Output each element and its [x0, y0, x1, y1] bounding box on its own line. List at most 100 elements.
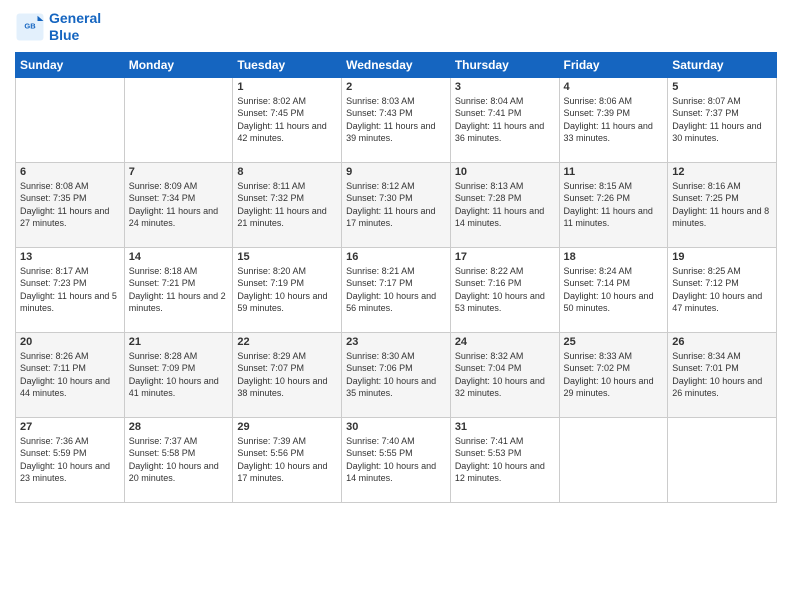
day-number: 18: [564, 251, 664, 263]
calendar-cell: [124, 77, 233, 162]
calendar-cell: 1 Sunrise: 8:02 AMSunset: 7:45 PMDaylight…: [233, 77, 342, 162]
calendar-cell: 26 Sunrise: 8:34 AMSunset: 7:01 PMDayligh…: [668, 332, 777, 417]
calendar-cell: 25 Sunrise: 8:33 AMSunset: 7:02 PMDayligh…: [559, 332, 668, 417]
calendar-cell: 12 Sunrise: 8:16 AMSunset: 7:25 PMDayligh…: [668, 162, 777, 247]
calendar-week-row: 13Sunrise: 8:17 AMSunset: 7:23 PMDayligh…: [16, 247, 777, 332]
calendar-cell: 22Sunrise: 8:29 AMSunset: 7:07 PMDayligh…: [233, 332, 342, 417]
day-number: 23: [346, 336, 446, 348]
day-info: Sunrise: 8:04 AMSunset: 7:41 PMDaylight:…: [455, 95, 555, 145]
calendar-cell: 14 Sunrise: 8:18 AMSunset: 7:21 PMDayligh…: [124, 247, 233, 332]
day-number: 12: [672, 166, 772, 178]
calendar-cell: 4 Sunrise: 8:06 AMSunset: 7:39 PMDaylight…: [559, 77, 668, 162]
calendar-week-row: 20Sunrise: 8:26 AMSunset: 7:11 PMDayligh…: [16, 332, 777, 417]
day-info: Sunrise: 8:18 AMSunset: 7:21 PMDaylight:…: [129, 265, 229, 315]
day-number: 26: [672, 336, 772, 348]
day-info: Sunrise: 8:28 AMSunset: 7:09 PMDaylight:…: [129, 350, 229, 400]
calendar-cell: 3 Sunrise: 8:04 AMSunset: 7:41 PMDaylight…: [450, 77, 559, 162]
day-info: Sunrise: 8:02 AMSunset: 7:45 PMDaylight:…: [237, 95, 337, 145]
day-info: Sunrise: 8:30 AMSunset: 7:06 PMDaylight:…: [346, 350, 446, 400]
day-number: 8: [237, 166, 337, 178]
day-number: 15: [237, 251, 337, 263]
calendar-cell: 5Sunrise: 8:07 AMSunset: 7:37 PMDaylight…: [668, 77, 777, 162]
day-number: 10: [455, 166, 555, 178]
day-info: Sunrise: 8:21 AMSunset: 7:17 PMDaylight:…: [346, 265, 446, 315]
logo-icon: GB: [15, 12, 45, 42]
calendar-week-row: 1 Sunrise: 8:02 AMSunset: 7:45 PMDaylight…: [16, 77, 777, 162]
calendar-cell: 21 Sunrise: 8:28 AMSunset: 7:09 PMDayligh…: [124, 332, 233, 417]
day-info: Sunrise: 8:09 AMSunset: 7:34 PMDaylight:…: [129, 180, 229, 230]
calendar-cell: 15Sunrise: 8:20 AMSunset: 7:19 PMDayligh…: [233, 247, 342, 332]
day-info: Sunrise: 8:12 AMSunset: 7:30 PMDaylight:…: [346, 180, 446, 230]
calendar-table: SundayMondayTuesdayWednesdayThursdayFrid…: [15, 52, 777, 503]
calendar-cell: 19 Sunrise: 8:25 AMSunset: 7:12 PMDayligh…: [668, 247, 777, 332]
day-number: 4: [564, 81, 664, 93]
day-number: 24: [455, 336, 555, 348]
calendar-cell: 18 Sunrise: 8:24 AMSunset: 7:14 PMDayligh…: [559, 247, 668, 332]
svg-text:GB: GB: [24, 21, 36, 30]
day-number: 28: [129, 421, 229, 433]
day-number: 25: [564, 336, 664, 348]
day-info: Sunrise: 8:07 AMSunset: 7:37 PMDaylight:…: [672, 95, 772, 145]
day-info: Sunrise: 8:34 AMSunset: 7:01 PMDaylight:…: [672, 350, 772, 400]
calendar-week-row: 6 Sunrise: 8:08 AMSunset: 7:35 PMDaylight…: [16, 162, 777, 247]
calendar-cell: [668, 417, 777, 502]
calendar-cell: 2 Sunrise: 8:03 AMSunset: 7:43 PMDaylight…: [342, 77, 451, 162]
calendar-cell: 16 Sunrise: 8:21 AMSunset: 7:17 PMDayligh…: [342, 247, 451, 332]
day-info: Sunrise: 8:17 AMSunset: 7:23 PMDaylight:…: [20, 265, 120, 315]
day-number: 20: [20, 336, 120, 348]
day-header-thursday: Thursday: [450, 52, 559, 77]
day-number: 29: [237, 421, 337, 433]
day-number: 11: [564, 166, 664, 178]
day-info: Sunrise: 8:25 AMSunset: 7:12 PMDaylight:…: [672, 265, 772, 315]
day-number: 19: [672, 251, 772, 263]
calendar-cell: 8 Sunrise: 8:11 AMSunset: 7:32 PMDaylight…: [233, 162, 342, 247]
day-info: Sunrise: 8:03 AMSunset: 7:43 PMDaylight:…: [346, 95, 446, 145]
day-number: 14: [129, 251, 229, 263]
day-info: Sunrise: 7:37 AMSunset: 5:58 PMDaylight:…: [129, 435, 229, 485]
logo-text: General Blue: [49, 10, 101, 44]
calendar-cell: 13Sunrise: 8:17 AMSunset: 7:23 PMDayligh…: [16, 247, 125, 332]
day-info: Sunrise: 8:08 AMSunset: 7:35 PMDaylight:…: [20, 180, 120, 230]
calendar-cell: 23 Sunrise: 8:30 AMSunset: 7:06 PMDayligh…: [342, 332, 451, 417]
calendar-cell: 9 Sunrise: 8:12 AMSunset: 7:30 PMDaylight…: [342, 162, 451, 247]
day-info: Sunrise: 8:11 AMSunset: 7:32 PMDaylight:…: [237, 180, 337, 230]
day-header-saturday: Saturday: [668, 52, 777, 77]
day-info: Sunrise: 8:24 AMSunset: 7:14 PMDaylight:…: [564, 265, 664, 315]
calendar-cell: 30Sunrise: 7:40 AMSunset: 5:55 PMDayligh…: [342, 417, 451, 502]
day-number: 1: [237, 81, 337, 93]
day-number: 3: [455, 81, 555, 93]
day-info: Sunrise: 7:36 AMSunset: 5:59 PMDaylight:…: [20, 435, 120, 485]
calendar-cell: 6 Sunrise: 8:08 AMSunset: 7:35 PMDaylight…: [16, 162, 125, 247]
day-number: 6: [20, 166, 120, 178]
day-info: Sunrise: 8:29 AMSunset: 7:07 PMDaylight:…: [237, 350, 337, 400]
calendar-cell: 17 Sunrise: 8:22 AMSunset: 7:16 PMDayligh…: [450, 247, 559, 332]
calendar-cell: 29Sunrise: 7:39 AMSunset: 5:56 PMDayligh…: [233, 417, 342, 502]
day-number: 2: [346, 81, 446, 93]
calendar-body: 1 Sunrise: 8:02 AMSunset: 7:45 PMDaylight…: [16, 77, 777, 502]
day-header-wednesday: Wednesday: [342, 52, 451, 77]
day-info: Sunrise: 8:33 AMSunset: 7:02 PMDaylight:…: [564, 350, 664, 400]
calendar-cell: [16, 77, 125, 162]
calendar-header-row: SundayMondayTuesdayWednesdayThursdayFrid…: [16, 52, 777, 77]
day-header-sunday: Sunday: [16, 52, 125, 77]
calendar-cell: 10 Sunrise: 8:13 AMSunset: 7:28 PMDayligh…: [450, 162, 559, 247]
calendar-cell: 31Sunrise: 7:41 AMSunset: 5:53 PMDayligh…: [450, 417, 559, 502]
calendar-cell: 11Sunrise: 8:15 AMSunset: 7:26 PMDayligh…: [559, 162, 668, 247]
day-number: 17: [455, 251, 555, 263]
day-number: 9: [346, 166, 446, 178]
logo: GB General Blue: [15, 10, 101, 44]
calendar-cell: 28 Sunrise: 7:37 AMSunset: 5:58 PMDayligh…: [124, 417, 233, 502]
day-info: Sunrise: 8:22 AMSunset: 7:16 PMDaylight:…: [455, 265, 555, 315]
calendar-week-row: 27Sunrise: 7:36 AMSunset: 5:59 PMDayligh…: [16, 417, 777, 502]
calendar-cell: [559, 417, 668, 502]
calendar-cell: 20Sunrise: 8:26 AMSunset: 7:11 PMDayligh…: [16, 332, 125, 417]
day-number: 21: [129, 336, 229, 348]
day-info: Sunrise: 7:40 AMSunset: 5:55 PMDaylight:…: [346, 435, 446, 485]
day-info: Sunrise: 8:16 AMSunset: 7:25 PMDaylight:…: [672, 180, 772, 230]
day-info: Sunrise: 8:06 AMSunset: 7:39 PMDaylight:…: [564, 95, 664, 145]
day-number: 16: [346, 251, 446, 263]
day-number: 31: [455, 421, 555, 433]
day-info: Sunrise: 8:13 AMSunset: 7:28 PMDaylight:…: [455, 180, 555, 230]
calendar-cell: 27Sunrise: 7:36 AMSunset: 5:59 PMDayligh…: [16, 417, 125, 502]
page-header: GB General Blue: [15, 10, 777, 44]
